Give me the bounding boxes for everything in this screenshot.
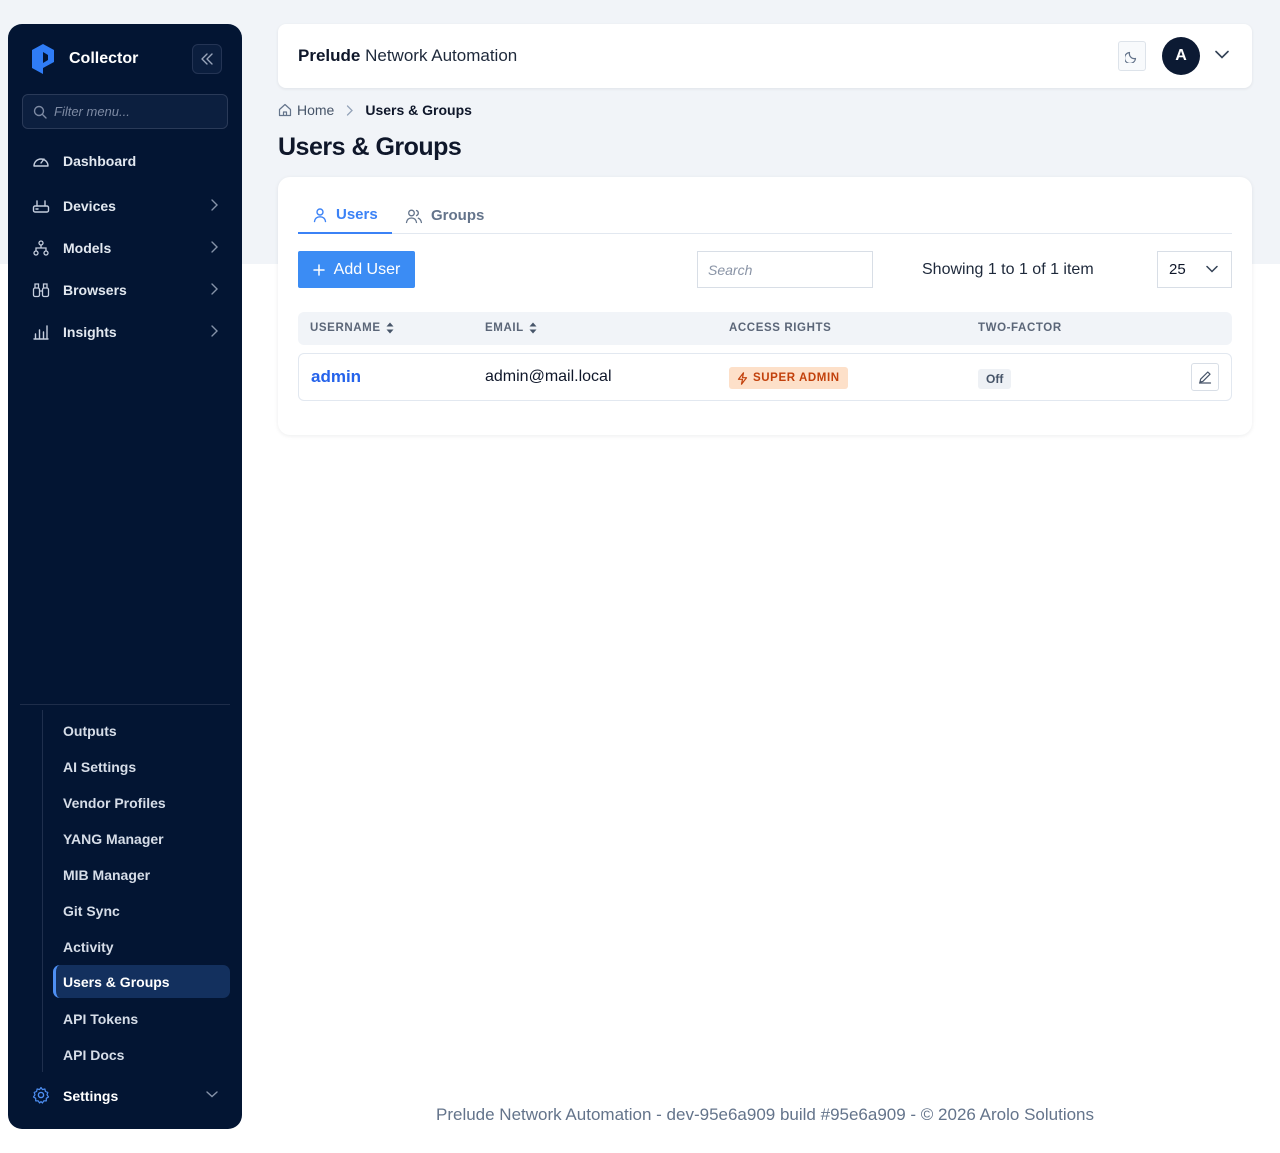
sidebar-item-browsers[interactable]: Browsers bbox=[22, 274, 228, 306]
brand[interactable]: Collector bbox=[30, 44, 138, 74]
theme-toggle-button[interactable] bbox=[1118, 41, 1146, 71]
user-icon bbox=[313, 207, 327, 222]
add-user-label: Add User bbox=[333, 260, 401, 278]
home-icon bbox=[278, 103, 292, 117]
pencil-icon bbox=[1198, 371, 1212, 384]
table-header: USERNAME EMAIL ACCESS RIGHTS TWO-FACTOR bbox=[298, 312, 1232, 345]
sidebar: Collector Dashboard Devices Models bbox=[8, 24, 242, 1129]
sidebar-subitem-git-sync[interactable]: Git Sync bbox=[53, 894, 230, 927]
tab-groups[interactable]: Groups bbox=[391, 197, 498, 234]
column-two-factor: TWO-FACTOR bbox=[978, 322, 1062, 334]
binoculars-icon bbox=[32, 281, 50, 299]
per-page-value: 25 bbox=[1169, 261, 1186, 278]
chevron-right-icon bbox=[211, 199, 218, 211]
users-icon bbox=[405, 209, 423, 223]
sidebar-item-devices[interactable]: Devices bbox=[22, 190, 228, 222]
sort-icon[interactable] bbox=[529, 322, 537, 334]
sidebar-item-settings[interactable]: Settings bbox=[22, 1080, 228, 1112]
access-rights-label: SUPER ADMIN bbox=[753, 372, 840, 384]
chevron-right-icon bbox=[211, 325, 218, 337]
router-icon bbox=[32, 197, 50, 215]
breadcrumb-separator bbox=[346, 104, 354, 116]
column-email[interactable]: EMAIL bbox=[485, 322, 537, 334]
bar-chart-icon bbox=[32, 323, 50, 341]
page-title: Users & Groups bbox=[278, 133, 462, 161]
sort-icon[interactable] bbox=[386, 322, 394, 334]
sidebar-item-label: Insights bbox=[63, 324, 117, 340]
column-label: ACCESS RIGHTS bbox=[729, 322, 832, 334]
add-user-button[interactable]: Add User bbox=[298, 251, 415, 288]
tab-label: Users bbox=[336, 206, 378, 223]
sidebar-item-label: Devices bbox=[63, 198, 116, 214]
users-card: Users Groups Add User Showing 1 to 1 of … bbox=[278, 177, 1252, 435]
breadcrumb-home-link[interactable]: Home bbox=[297, 102, 334, 118]
sidebar-item-models[interactable]: Models bbox=[22, 232, 228, 264]
username-link[interactable]: admin bbox=[311, 367, 361, 387]
lightning-icon bbox=[737, 371, 748, 385]
sidebar-subitem-api-tokens[interactable]: API Tokens bbox=[53, 1002, 230, 1035]
chevron-down-icon[interactable] bbox=[1215, 50, 1229, 59]
tab-users[interactable]: Users bbox=[298, 197, 392, 234]
sidebar-item-insights[interactable]: Insights bbox=[22, 316, 228, 348]
chevron-down-icon bbox=[1206, 265, 1218, 273]
sidebar-item-dashboard[interactable]: Dashboard bbox=[22, 145, 228, 177]
breadcrumb: Home Users & Groups bbox=[278, 102, 472, 118]
column-label: EMAIL bbox=[485, 322, 524, 334]
top-header: Prelude Network Automation A bbox=[278, 24, 1252, 88]
filter-menu-input[interactable] bbox=[54, 104, 224, 119]
app-title: Prelude Network Automation bbox=[298, 46, 517, 66]
brand-logo-icon bbox=[32, 44, 54, 74]
chevron-right-icon bbox=[211, 283, 218, 295]
breadcrumb-current: Users & Groups bbox=[365, 102, 472, 118]
sidebar-subitem-yang-manager[interactable]: YANG Manager bbox=[53, 822, 230, 855]
table-row: admin admin@mail.local SUPER ADMIN Off bbox=[298, 353, 1232, 401]
search-input[interactable] bbox=[697, 251, 873, 288]
column-label: TWO-FACTOR bbox=[978, 322, 1062, 334]
submenu-guide-line bbox=[42, 710, 43, 1072]
sidebar-subitem-ai-settings[interactable]: AI Settings bbox=[53, 750, 230, 783]
showing-count: Showing 1 to 1 of 1 item bbox=[922, 261, 1094, 278]
column-access-rights: ACCESS RIGHTS bbox=[729, 322, 831, 334]
sidebar-item-label: Browsers bbox=[63, 282, 127, 298]
email-cell: admin@mail.local bbox=[485, 368, 612, 385]
sidebar-item-label: Models bbox=[63, 240, 112, 256]
tab-bar: Users Groups bbox=[298, 197, 1232, 234]
plus-icon bbox=[312, 263, 325, 276]
tab-label: Groups bbox=[431, 207, 485, 224]
app-title-bold: Prelude bbox=[298, 46, 361, 65]
sidebar-subitem-users-groups[interactable]: Users & Groups bbox=[53, 965, 230, 998]
user-avatar[interactable]: A bbox=[1162, 37, 1200, 75]
sidebar-subitem-activity[interactable]: Activity bbox=[53, 930, 230, 963]
chevron-right-icon bbox=[347, 104, 354, 116]
double-chevron-left-icon bbox=[201, 53, 213, 65]
search-icon bbox=[33, 105, 47, 119]
page-footer: Prelude Network Automation - dev-95e6a90… bbox=[435, 1105, 1095, 1124]
edit-user-button[interactable] bbox=[1191, 363, 1219, 391]
app-title-rest: Network Automation bbox=[365, 46, 518, 65]
collapse-sidebar-button[interactable] bbox=[192, 44, 222, 74]
two-factor-badge: Off bbox=[978, 369, 1012, 389]
gear-icon bbox=[32, 1086, 50, 1107]
sidebar-subitem-mib-manager[interactable]: MIB Manager bbox=[53, 858, 230, 891]
sidebar-subitem-outputs[interactable]: Outputs bbox=[53, 714, 230, 747]
column-username[interactable]: USERNAME bbox=[310, 322, 394, 334]
per-page-select[interactable]: 25 bbox=[1157, 251, 1232, 288]
filter-menu-box[interactable] bbox=[22, 94, 228, 129]
gauge-icon bbox=[32, 152, 50, 170]
sidebar-subitem-vendor-profiles[interactable]: Vendor Profiles bbox=[53, 786, 230, 819]
chevron-right-icon bbox=[211, 241, 218, 253]
sidebar-item-label: Dashboard bbox=[63, 153, 137, 169]
sidebar-subitem-api-docs[interactable]: API Docs bbox=[53, 1038, 230, 1071]
moon-icon bbox=[1125, 51, 1137, 63]
brand-name: Collector bbox=[69, 50, 139, 67]
sidebar-divider bbox=[20, 704, 230, 705]
hierarchy-icon bbox=[32, 239, 50, 257]
column-label: USERNAME bbox=[310, 322, 381, 334]
sidebar-item-label: Settings bbox=[63, 1088, 119, 1104]
access-rights-badge: SUPER ADMIN bbox=[729, 367, 848, 389]
chevron-down-icon bbox=[206, 1091, 218, 1098]
